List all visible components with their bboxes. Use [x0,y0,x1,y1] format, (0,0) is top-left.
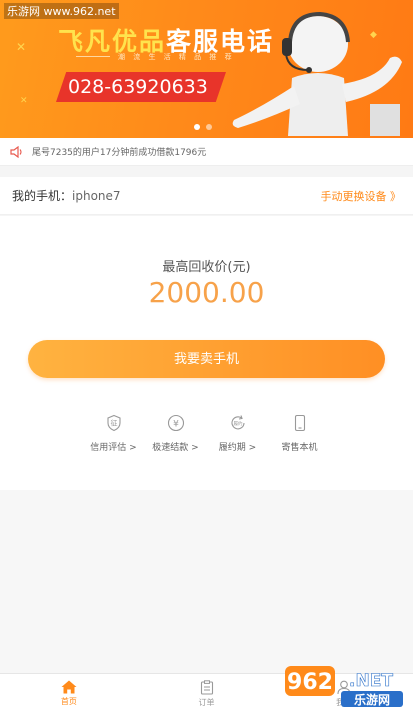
svg-text:962: 962 [287,670,333,695]
banner-divider [76,56,110,57]
promo-banner[interactable]: 乐游网 www.962.net ✕ ✕ ◆ 飞凡优品客服电话 潮 流 生 活 精… [0,0,413,138]
order-icon [200,679,213,695]
phone-model: iphone7 [72,189,121,203]
speaker-icon [10,145,22,158]
feature-fast-pay[interactable]: ¥ 极速结款 > [145,414,207,453]
empty-area [0,490,413,673]
my-phone-row: 我的手机：iphone7 手动更换设备 》 [0,177,413,215]
banner-subtitle: 潮 流 生 活 精 品 推 荐 [118,53,235,61]
feature-credit[interactable]: 征 信用评估 > [83,414,145,453]
notice-bar: 尾号7235的用户17分钟前成功借款1796元 [0,138,413,166]
my-phone-label: 我的手机：iphone7 [12,189,121,203]
feature-label: 信用评估 > [90,443,137,453]
carousel-indicator[interactable] [194,124,212,130]
feature-list: 征 信用评估 > ¥ 极速结款 > 履约 履约期 > 寄售本机 [0,414,413,453]
svg-text:.NET: .NET [349,671,393,691]
svg-text:乐游网: 乐游网 [354,692,390,707]
refresh-contract-icon: 履约 [231,415,245,430]
sell-phone-button[interactable]: 我要卖手机 [28,340,385,378]
tab-home[interactable]: 首页 [0,674,138,713]
feature-label: 寄售本机 [281,443,318,453]
phone-icon [294,414,305,432]
notice-text: 尾号7235的用户17分钟前成功借款1796元 [32,148,207,158]
carousel-dot[interactable] [194,124,200,130]
feature-label: 极速结款 > [152,443,199,453]
price-label: 最高回收价(元) [162,260,251,275]
home-icon [61,680,77,694]
tab-label: 首页 [60,697,77,706]
site-logo-watermark: 962 .NET 乐游网 [285,666,403,707]
tab-label: 订单 [198,697,215,707]
svg-text:征: 征 [110,419,117,428]
service-phone-number: 028-63920633 [56,72,226,102]
change-device-link[interactable]: 手动更换设备 》 [321,188,402,204]
svg-text:履约: 履约 [233,420,242,427]
sparkle-decoration: ✕ [20,96,28,106]
feature-contract[interactable]: 履约 履约期 > [207,414,269,453]
carousel-dot[interactable] [206,124,212,130]
tab-orders[interactable]: 订单 [138,674,276,713]
svg-text:¥: ¥ [173,420,179,430]
feature-consign[interactable]: 寄售本机 [269,414,331,453]
feature-label: 履约期 > [218,443,257,453]
yen-circle-icon: ¥ [167,414,184,432]
customer-service-figure-icon [232,11,402,136]
watermark-text: 乐游网 www.962.net [4,3,119,19]
price-value: 2000.00 [148,276,265,309]
sparkle-decoration: ✕ [16,40,27,54]
main-panel: 最高回收价(元) 2000.00 我要卖手机 征 信用评估 > ¥ 极速结款 >… [0,216,413,490]
credit-shield-icon: 征 [106,414,121,432]
